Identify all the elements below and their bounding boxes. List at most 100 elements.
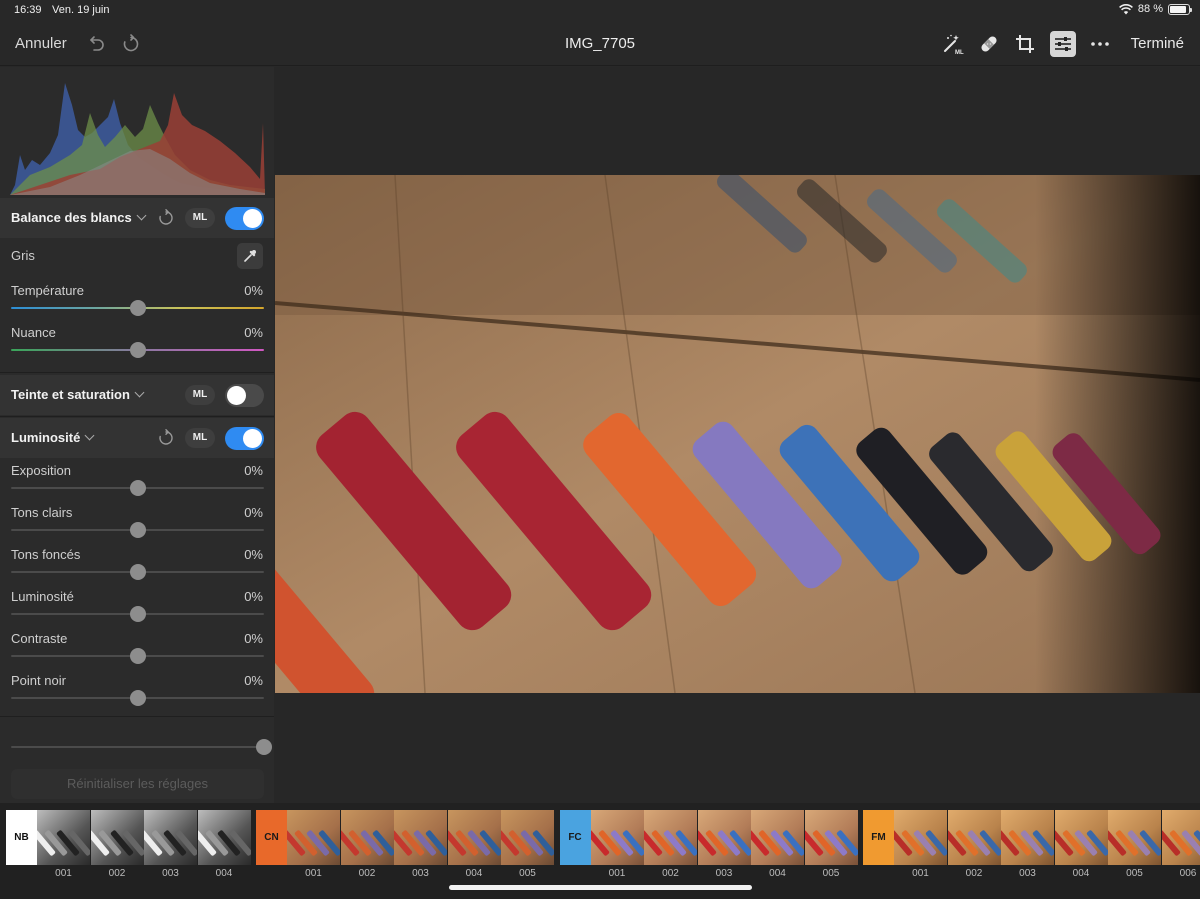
toggle-knob [243, 209, 262, 228]
filter-thumbnail[interactable] [590, 810, 644, 865]
svg-text:ML: ML [955, 50, 964, 55]
filter-group-fc[interactable]: FC [559, 810, 591, 865]
luminosity-slider-value: 0% [244, 631, 263, 646]
slider-knob[interactable] [129, 606, 146, 622]
done-button[interactable]: Terminé [1131, 35, 1184, 52]
filter-thumbnail[interactable] [644, 810, 697, 865]
home-indicator [449, 885, 752, 890]
undo-icon[interactable] [86, 34, 106, 54]
status-date: Ven. 19 juin [52, 4, 110, 16]
slider-knob[interactable] [129, 342, 146, 358]
slider-knob[interactable] [129, 648, 146, 664]
chevron-down-icon [136, 210, 147, 221]
divider [0, 716, 274, 717]
crop-icon[interactable] [1013, 32, 1037, 56]
status-right: 88 % [1118, 3, 1192, 15]
ml-button[interactable]: ML [185, 385, 215, 405]
cancel-button[interactable]: Annuler [15, 35, 67, 52]
divider [0, 416, 274, 417]
temperature-label: Température [11, 283, 84, 298]
status-bar: 16:39 Ven. 19 juin 88 % [0, 0, 1200, 22]
slider-knob[interactable] [129, 480, 146, 496]
filter-thumbnail[interactable] [37, 810, 90, 865]
filter-thumbnail[interactable] [947, 810, 1001, 865]
filter-group-nb[interactable]: NB [6, 810, 37, 865]
hue-saturation-header[interactable]: Teinte et saturation ML [0, 375, 274, 415]
reset-all-button[interactable]: Réinitialiser les réglages [11, 769, 264, 799]
battery-percent: 88 % [1137, 3, 1163, 15]
filter-thumbnail[interactable] [340, 810, 394, 865]
filter-thumbnail[interactable] [894, 810, 947, 865]
filter-thumbnail-label: 002 [965, 868, 983, 879]
hue-saturation-toggle[interactable] [225, 384, 264, 407]
adjustments-panel: Balance des blancs ML Gris Température 0… [0, 67, 274, 803]
luminosity-slider-value: 0% [244, 463, 263, 478]
tint-slider[interactable] [11, 342, 264, 358]
slider-knob[interactable] [129, 690, 146, 706]
luminosity-slider[interactable] [11, 606, 264, 622]
filter-thumbnail[interactable] [287, 810, 340, 865]
gray-label: Gris [11, 248, 35, 263]
chevron-down-icon [84, 430, 95, 441]
filter-thumbnail[interactable] [697, 810, 751, 865]
filter-thumbnail[interactable] [447, 810, 501, 865]
wifi-icon [1118, 3, 1133, 14]
filter-thumbnail-label: 002 [662, 868, 679, 879]
ml-button[interactable]: ML [185, 428, 215, 448]
filter-thumbnail[interactable] [1054, 810, 1108, 865]
luminosity-header[interactable]: Luminosité ML [0, 418, 274, 458]
filter-thumbnail[interactable] [197, 810, 251, 865]
filter-thumbnail[interactable] [804, 810, 858, 865]
slider-knob[interactable] [129, 522, 146, 538]
hue-saturation-title: Teinte et saturation [11, 387, 145, 402]
luminosity-slider-value: 0% [244, 673, 263, 688]
luminosity-slider[interactable] [11, 522, 264, 538]
filter-thumbnail[interactable] [1108, 810, 1161, 865]
slider-knob[interactable] [129, 300, 146, 316]
reset-icon[interactable] [157, 209, 175, 227]
status-time: 16:39 [14, 4, 42, 16]
reset-icon[interactable] [157, 429, 175, 447]
eyedropper-icon [244, 250, 256, 262]
filter-thumbnail[interactable] [1001, 810, 1054, 865]
filter-thumbnail[interactable] [90, 810, 144, 865]
intensity-slider[interactable] [11, 739, 272, 755]
slider-knob[interactable] [256, 739, 272, 755]
more-icon[interactable] [1088, 32, 1112, 56]
luminosity-slider-value: 0% [244, 547, 263, 562]
filter-thumbnail-label: 001 [912, 868, 929, 879]
eyedropper-button[interactable] [237, 243, 263, 269]
luminosity-slider[interactable] [11, 480, 264, 496]
luminosity-slider[interactable] [11, 564, 264, 580]
filter-thumbnail[interactable] [394, 810, 447, 865]
filter-thumbnail[interactable] [501, 810, 554, 865]
white-balance-header[interactable]: Balance des blancs ML [0, 198, 274, 238]
luminosity-slider[interactable] [11, 690, 264, 706]
filter-thumbnail[interactable] [1161, 810, 1200, 865]
hue-saturation-title-text: Teinte et saturation [11, 387, 130, 402]
luminosity-slider[interactable] [11, 648, 264, 664]
photo-canvas[interactable] [275, 175, 1200, 693]
white-balance-title: Balance des blancs [11, 210, 147, 225]
filter-group-fm[interactable]: FM [863, 810, 894, 865]
ml-button[interactable]: ML [185, 208, 215, 228]
divider [0, 372, 274, 373]
luminosity-toggle[interactable] [225, 427, 264, 450]
redo-icon[interactable] [121, 34, 141, 54]
sliders-icon[interactable] [1050, 31, 1076, 57]
temperature-slider[interactable] [11, 300, 264, 316]
temperature-value: 0% [244, 283, 263, 298]
histogram [10, 75, 265, 195]
slider-knob[interactable] [129, 564, 146, 580]
filter-thumbnail[interactable] [751, 810, 804, 865]
luminosity-slider-label: Tons clairs [11, 505, 73, 520]
magic-wand-ml-icon[interactable]: ML [941, 32, 965, 56]
bandage-icon[interactable] [977, 32, 1001, 56]
toggle-knob [243, 429, 262, 448]
filter-thumbnail[interactable] [144, 810, 197, 865]
filter-thumbnail-label: 004 [465, 868, 483, 879]
filter-group-cn[interactable]: CN [256, 810, 287, 865]
tint-value: 0% [244, 325, 263, 340]
slider-track [11, 746, 264, 748]
white-balance-toggle[interactable] [225, 207, 264, 230]
